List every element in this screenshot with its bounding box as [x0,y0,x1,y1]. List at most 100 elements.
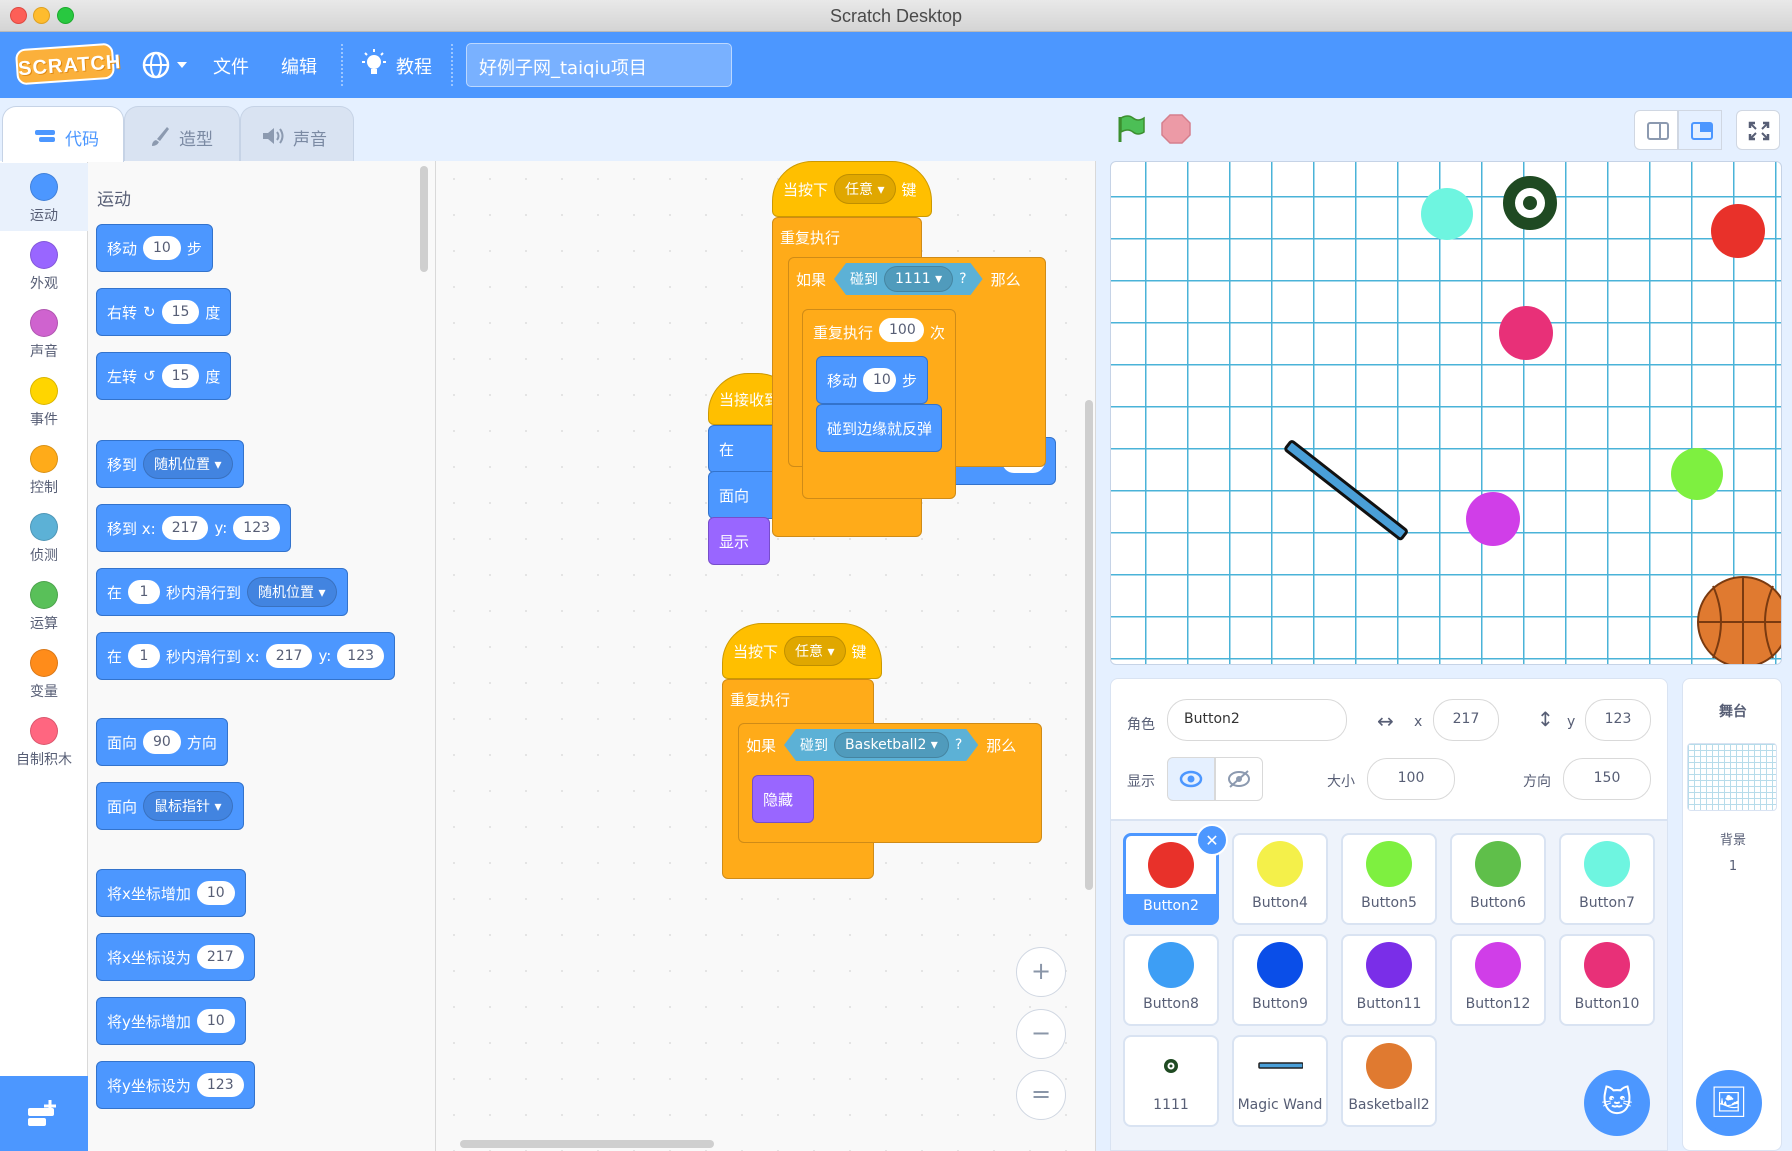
size-input[interactable]: 100 [1367,758,1455,800]
hide-block[interactable]: 隐藏 [752,775,814,823]
tutorials-menu[interactable]: 教程 [396,53,432,79]
stage-thumbnail[interactable] [1687,743,1777,811]
glide-block[interactable]: 在 1 秒内滑行到 随机位置 ▾ [96,568,348,616]
move-block[interactable]: 移动 10 步 [816,356,928,404]
sprite-tile[interactable]: Magic Wand [1232,1035,1328,1127]
key-script-1[interactable]: 当按下 任意 ▾ 键 重复执行 如果 碰到 1111 ▾? 那么 重复执行 100… [772,161,1052,541]
normal-stage-button[interactable] [1678,110,1722,150]
category-1[interactable]: 外观 [0,231,88,299]
glide-target-dropdown[interactable]: 随机位置 ▾ [247,577,337,607]
zoom-in-button[interactable]: + [1016,947,1066,997]
repeat-count-input[interactable]: 100 [879,318,924,342]
sprite-tile[interactable]: Button9 [1232,934,1328,1026]
sprite-tile[interactable]: Button4 [1232,833,1328,925]
sprite-tile[interactable]: Button12 [1450,934,1546,1026]
change-x-block[interactable]: 将x坐标增加 10 [96,869,246,917]
direction-input[interactable]: 150 [1563,758,1651,800]
touch-target-dropdown[interactable]: 1111 ▾ [884,266,953,292]
small-stage-button[interactable] [1634,110,1678,150]
green-flag-button[interactable] [1116,114,1146,148]
y-input[interactable]: 123 [233,516,281,540]
value-input[interactable]: 10 [196,1009,235,1033]
scratch-logo[interactable]: SCRATCH [14,42,122,86]
move-steps-block[interactable]: 移动 10 步 [96,224,213,272]
file-menu[interactable]: 文件 [213,53,249,79]
x-input[interactable]: 217 [161,516,209,540]
change-y-block[interactable]: 将y坐标增加 10 [96,997,246,1045]
steps-input[interactable]: 10 [143,236,181,260]
edit-menu[interactable]: 编辑 [281,53,317,79]
sprite-name-input[interactable]: Button2 [1167,699,1347,741]
script-area[interactable]: 当接收到 在 面向 显示 -97 当按下 任意 ▾ 键 重复执行 如果 碰到11… [436,161,1096,1151]
set-x-block[interactable]: 将x坐标设为 217 [96,933,255,981]
add-extension-button[interactable] [0,1076,88,1151]
degrees-input[interactable]: 15 [161,300,200,324]
turn-right-block[interactable]: 右转 ↻ 15 度 [96,288,232,336]
key-dropdown[interactable]: 任意 ▾ [784,636,846,666]
y-input[interactable]: 123 [1585,699,1651,741]
value-input[interactable]: 217 [196,945,244,969]
value-input[interactable]: 10 [196,881,235,905]
when-key-pressed-block[interactable]: 当按下 任意 ▾ 键 [722,623,882,679]
secs-input[interactable]: 1 [128,644,161,668]
bounce-block[interactable]: 碰到边缘就反弹 [816,404,942,452]
goto-xy-block[interactable]: 移到 x: 217 y: 123 [96,504,292,552]
choose-backdrop-button[interactable]: 🖼 [1696,1070,1762,1136]
hide-sprite-button[interactable] [1215,757,1263,801]
sprite-tile[interactable]: Button7 [1559,833,1655,925]
x-input[interactable]: 217 [1433,699,1499,741]
turn-left-block[interactable]: 左转 ↺ 15 度 [96,352,232,400]
touch-target-dropdown[interactable]: Basketball2 ▾ [834,732,949,758]
category-0[interactable]: 运动 [0,163,88,231]
show-sprite-button[interactable] [1167,757,1215,801]
choose-sprite-button[interactable]: 🐱 [1584,1070,1650,1136]
key-script-2[interactable]: 当按下 任意 ▾ 键 重复执行 如果 碰到 Basketball2 ▾? 那么 隐… [722,623,1042,883]
category-2[interactable]: 声音 [0,299,88,367]
sprite-tile[interactable]: Button11 [1341,934,1437,1026]
degrees-input[interactable]: 15 [161,364,200,388]
sprite-tile[interactable]: Button6 [1450,833,1546,925]
sprite-tile[interactable]: 1111 [1123,1035,1219,1127]
x-input[interactable]: 217 [265,644,313,668]
glide-xy-block[interactable]: 在 1 秒内滑行到 x: 217 y: 123 [96,632,396,680]
zoom-out-button[interactable]: − [1016,1009,1066,1059]
y-input[interactable]: 123 [337,644,385,668]
show-block[interactable]: 显示 [708,517,770,565]
stop-button[interactable] [1161,114,1191,148]
category-4[interactable]: 控制 [0,435,88,503]
direction-input[interactable]: 90 [143,730,181,754]
tab-costumes[interactable]: 造型 [124,106,240,162]
towards-dropdown[interactable]: 鼠标指针 ▾ [143,791,233,821]
script-area-horizontal-scrollbar[interactable] [460,1140,714,1148]
set-y-block[interactable]: 将y坐标设为 123 [96,1061,255,1109]
fullscreen-button[interactable] [1736,110,1780,150]
sprite-tile[interactable]: Button8 [1123,934,1219,1026]
tab-sounds[interactable]: 声音 [240,106,354,162]
project-title-input[interactable]: 好例子网_taiqiu项目 [466,43,732,87]
category-5[interactable]: 侦测 [0,503,88,571]
value-input[interactable]: 123 [196,1073,244,1097]
touching-condition[interactable]: 碰到 Basketball2 ▾? [784,729,978,761]
delete-sprite-icon[interactable]: ✕ [1196,824,1228,856]
steps-input[interactable]: 10 [863,368,896,392]
touching-condition[interactable]: 碰到 1111 ▾? [834,263,983,295]
when-key-pressed-block[interactable]: 当按下 任意 ▾ 键 [772,161,932,217]
category-8[interactable]: 自制积木 [0,707,88,775]
palette-scrollbar[interactable] [420,166,428,272]
sprite-tile[interactable]: Button5 [1341,833,1437,925]
category-3[interactable]: 事件 [0,367,88,435]
tab-code[interactable]: 代码 [2,106,124,162]
language-menu[interactable] [141,50,191,80]
point-direction-block[interactable]: 面向 90 方向 [96,718,228,766]
stage-canvas[interactable] [1110,161,1782,665]
script-area-vertical-scrollbar[interactable] [1085,400,1093,890]
goto-block[interactable]: 移到 随机位置 ▾ [96,440,244,488]
sprite-tile[interactable]: Button10 [1559,934,1655,1026]
zoom-reset-button[interactable]: = [1016,1070,1066,1120]
sprite-tile[interactable]: Basketball2 [1341,1035,1437,1127]
sprite-tile[interactable]: Button2 ✕ [1123,824,1228,925]
point-towards-block[interactable]: 面向 鼠标指针 ▾ [96,782,244,830]
category-7[interactable]: 变量 [0,639,88,707]
key-dropdown[interactable]: 任意 ▾ [834,174,896,204]
goto-target-dropdown[interactable]: 随机位置 ▾ [143,449,233,479]
